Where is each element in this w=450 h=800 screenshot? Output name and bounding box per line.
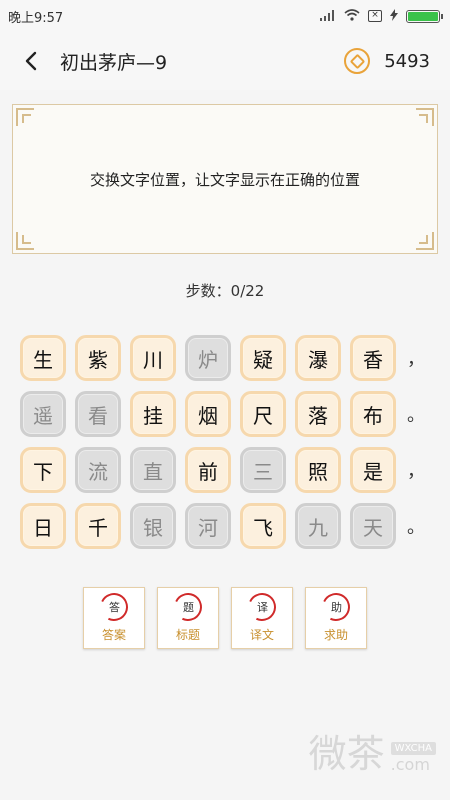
char-tile[interactable]: 川 [130, 335, 176, 381]
char-tile[interactable]: 疑 [240, 335, 286, 381]
seal-icon: 助 [318, 589, 354, 625]
char-tile[interactable]: 挂 [130, 391, 176, 437]
battery-level [408, 11, 438, 21]
help-button[interactable]: 助求助 [305, 587, 367, 649]
grid-row: 日千银河飞九天。 [20, 503, 450, 549]
instruction-panel: 交换文字位置，让文字显示在正确的位置 [12, 104, 438, 254]
char-tile[interactable]: 河 [185, 503, 231, 549]
char-tile[interactable]: 三 [240, 447, 286, 493]
corner-ornament [16, 108, 34, 126]
char-tile[interactable]: 前 [185, 447, 231, 493]
punctuation: 。 [407, 517, 425, 538]
seal-char: 答 [108, 601, 120, 614]
status-time: 晚上9:57 [8, 10, 64, 26]
battery-icon [406, 9, 443, 23]
char-tile[interactable]: 遥 [20, 391, 66, 437]
status-icons: × [320, 8, 443, 24]
grid-row: 下流直前三照是 ， [20, 447, 450, 493]
char-tile[interactable]: 紫 [75, 335, 121, 381]
char-tile[interactable]: 飞 [240, 503, 286, 549]
title-button[interactable]: 题标题 [157, 587, 219, 649]
char-tile[interactable]: 炉 [185, 335, 231, 381]
translation-button[interactable]: 译译文 [231, 587, 293, 649]
char-tile[interactable]: 天 [350, 503, 396, 549]
watermark-tag: WXCHA [390, 742, 436, 755]
char-tile[interactable]: 生 [20, 335, 66, 381]
char-tile[interactable]: 银 [130, 503, 176, 549]
back-button[interactable] [20, 50, 42, 72]
char-tile[interactable]: 日 [20, 503, 66, 549]
char-tile[interactable]: 下 [20, 447, 66, 493]
charging-icon [390, 8, 398, 24]
seal-char: 题 [182, 601, 194, 614]
char-tile[interactable]: 流 [75, 447, 121, 493]
punctuation: ， [407, 349, 425, 370]
char-tile[interactable]: 布 [350, 391, 396, 437]
watermark-text: 微茶 [308, 732, 385, 776]
seal-char: 助 [330, 601, 342, 614]
instruction-text: 交换文字位置，让文字显示在正确的位置 [89, 170, 360, 189]
char-tile[interactable]: 落 [295, 391, 341, 437]
header: 初出茅庐—9 5493 [0, 32, 450, 90]
tool-label: 求助 [323, 628, 348, 642]
sim-icon: × [368, 10, 382, 22]
char-tile[interactable]: 九 [295, 503, 341, 549]
instruction-panel-wrap: 交换文字位置，让文字显示在正确的位置 [0, 104, 450, 254]
status-bar: 晚上9:57 × [0, 0, 450, 32]
char-tile[interactable]: 照 [295, 447, 341, 493]
seal-icon: 译 [244, 589, 280, 625]
corner-ornament [416, 232, 434, 250]
char-tile[interactable]: 是 [350, 447, 396, 493]
char-tile[interactable]: 尺 [240, 391, 286, 437]
page-title: 初出茅庐—9 [60, 51, 168, 74]
grid-row: 生紫川炉疑瀑香 ， [20, 335, 450, 381]
coin-icon [344, 48, 371, 74]
watermark-domain: .com [390, 755, 430, 774]
tool-label: 译文 [249, 628, 274, 642]
signal-icon [320, 9, 336, 24]
tool-label: 答案 [101, 628, 126, 642]
toolbar: 答答案题标题译译文助求助 [0, 587, 450, 649]
chevron-left-icon [25, 51, 37, 71]
char-tile[interactable]: 直 [130, 447, 176, 493]
seal-icon: 答 [96, 589, 132, 625]
corner-ornament [16, 232, 34, 250]
char-tile[interactable]: 烟 [185, 391, 231, 437]
step-counter: 步数：0/22 [185, 282, 265, 300]
answer-button[interactable]: 答答案 [83, 587, 145, 649]
seal-icon: 题 [170, 589, 206, 625]
wifi-icon [344, 8, 360, 24]
tool-label: 标题 [175, 628, 200, 642]
punctuation: ， [407, 461, 425, 482]
char-tile[interactable]: 瀑 [295, 335, 341, 381]
char-tile[interactable]: 千 [75, 503, 121, 549]
character-grid: 生紫川炉疑瀑香，遥看挂烟尺落布。下流直前三照是，日千银河飞九天。 [0, 335, 450, 549]
corner-ornament [416, 108, 434, 126]
coin-count: 5493 [384, 50, 430, 72]
char-tile[interactable]: 香 [350, 335, 396, 381]
grid-row: 遥看挂烟尺落布。 [20, 391, 450, 437]
watermark-logo: 微茶 WXCHA .com [309, 723, 436, 778]
punctuation: 。 [407, 405, 425, 426]
seal-char: 译 [256, 601, 268, 614]
char-tile[interactable]: 看 [75, 391, 121, 437]
